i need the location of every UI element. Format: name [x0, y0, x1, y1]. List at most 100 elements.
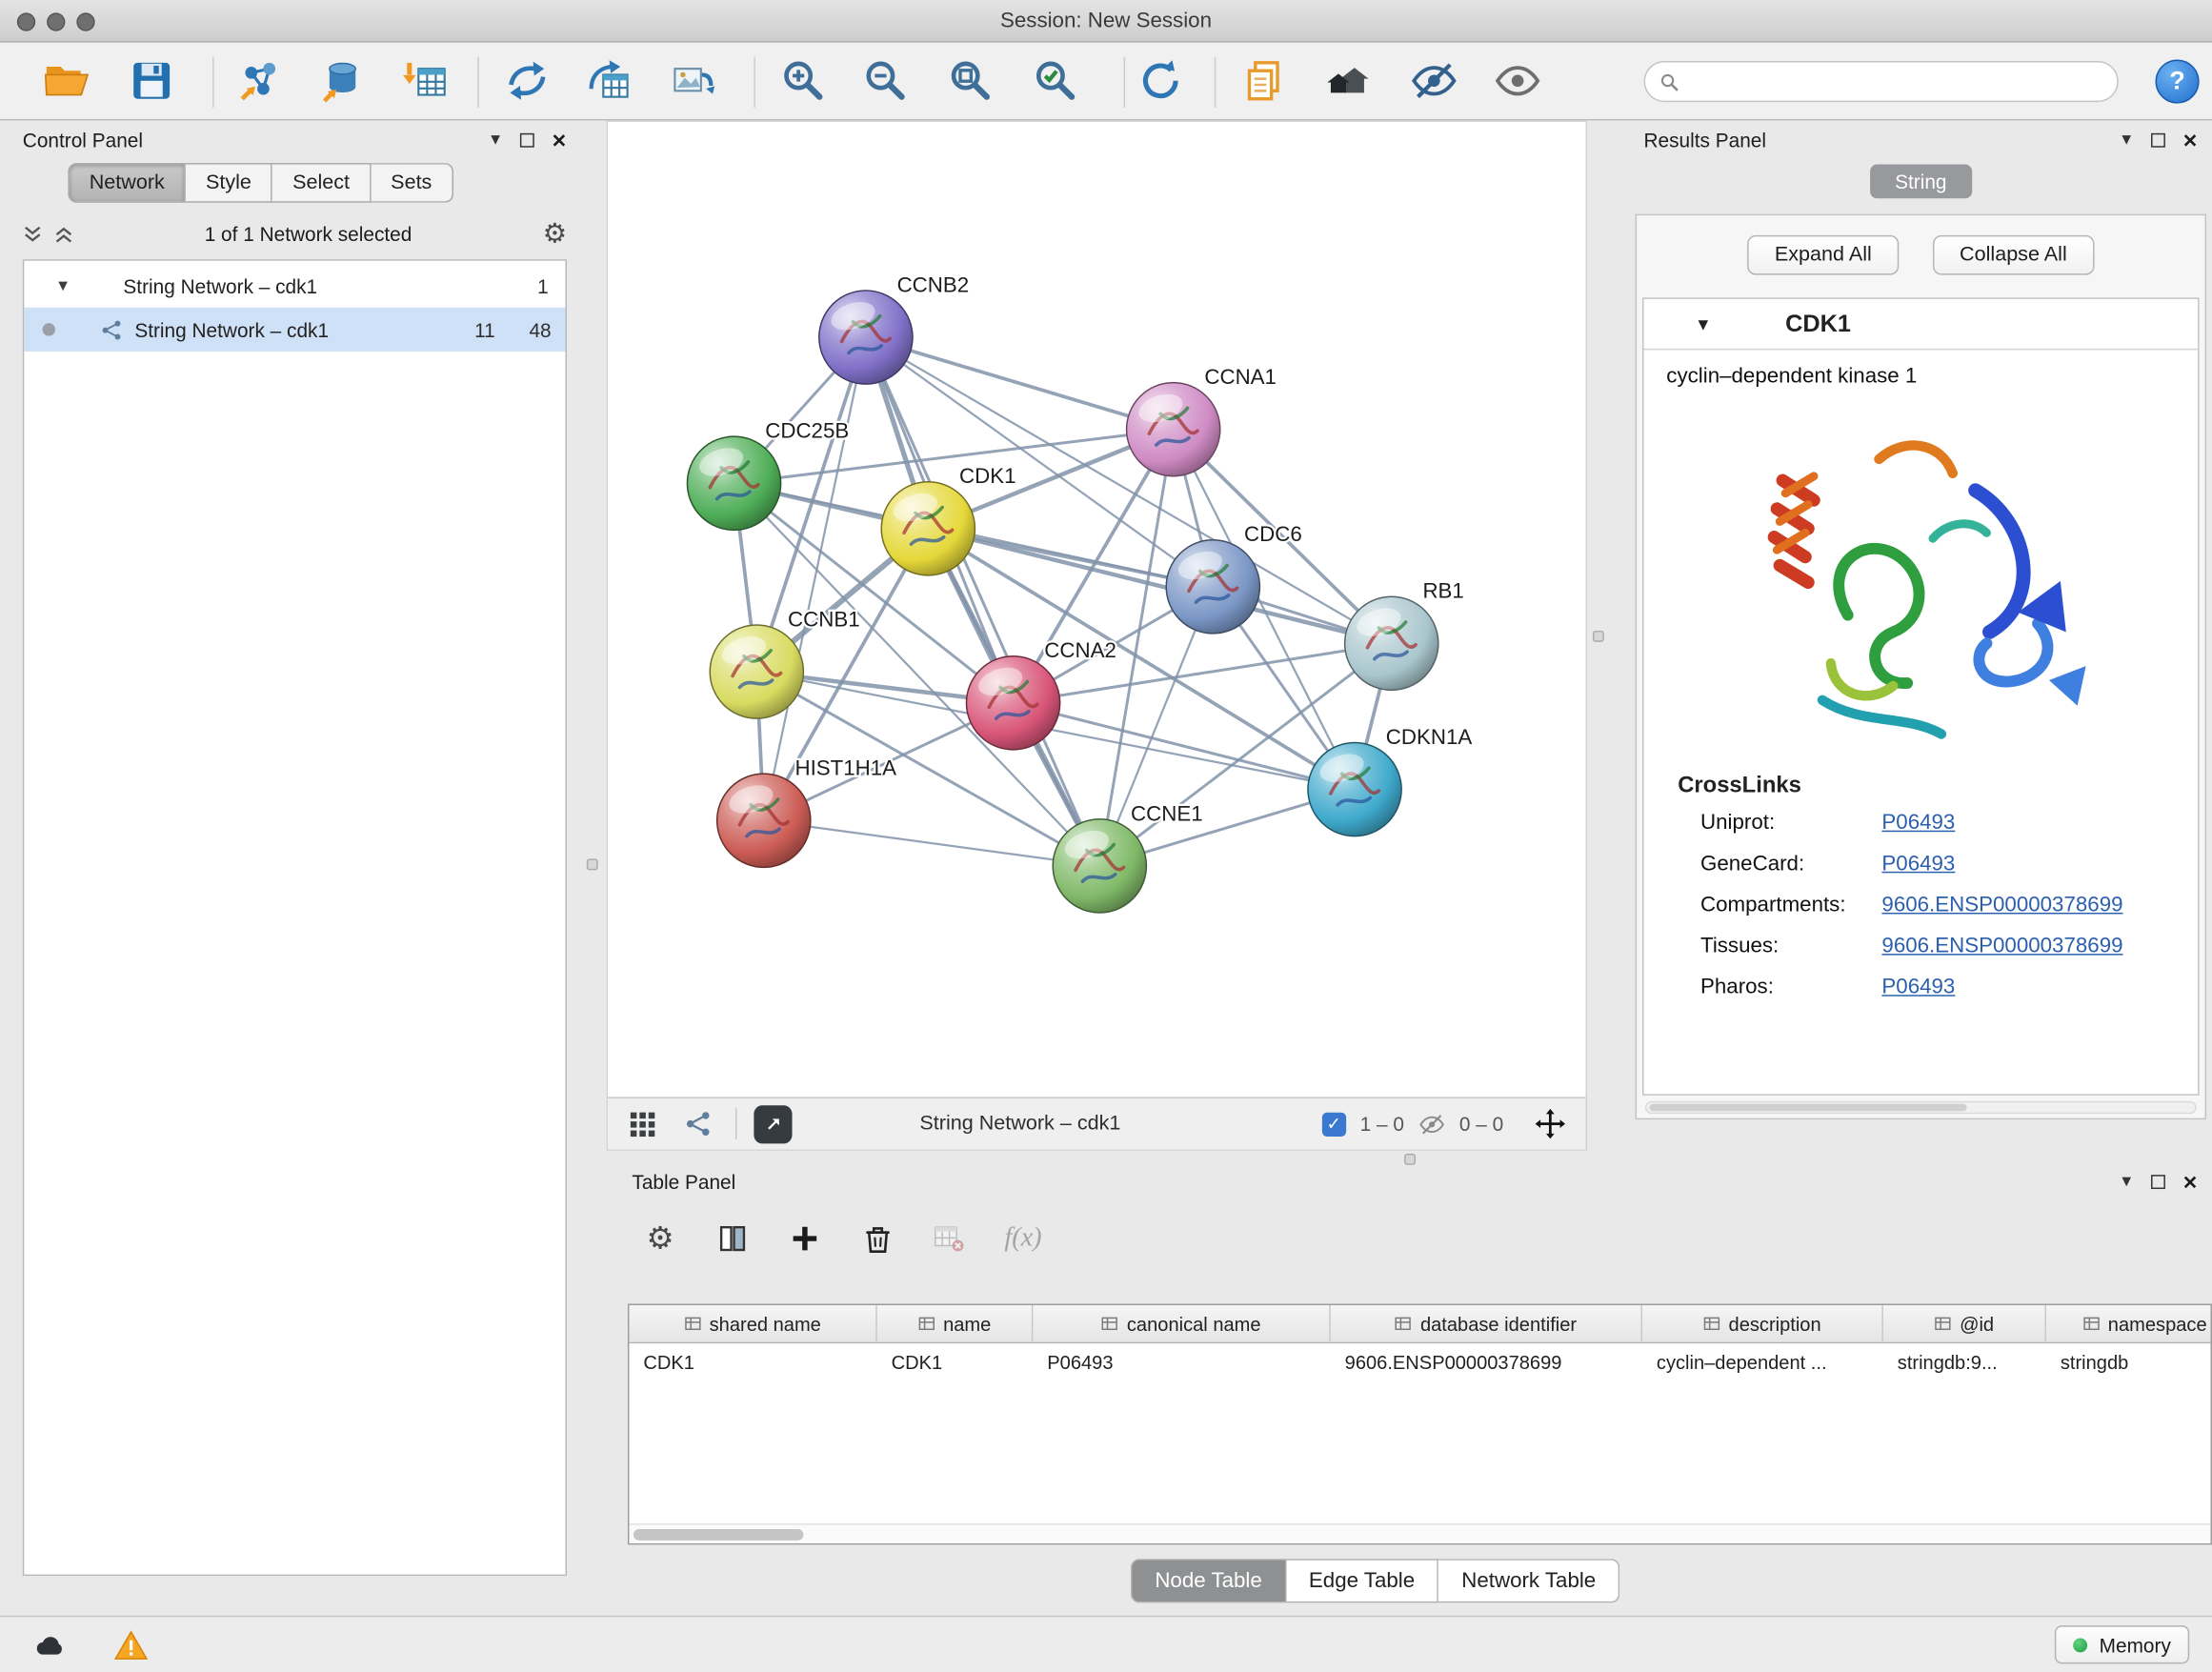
table-hscrollbar-thumb[interactable] [633, 1529, 804, 1541]
network-row-selected[interactable]: String Network – cdk1 11 48 [24, 308, 565, 352]
network-node-CDC6[interactable] [1166, 540, 1259, 634]
crosslink-tissues-link[interactable]: 9606.ENSP00000378699 [1881, 934, 2122, 957]
table-cell[interactable]: CDK1 [877, 1352, 1034, 1373]
zoom-fit-button[interactable] [938, 50, 1003, 111]
hide-selected-button[interactable] [1401, 50, 1466, 111]
tab-style[interactable]: Style [186, 163, 272, 203]
tab-select[interactable]: Select [272, 163, 371, 203]
network-node-CDKN1A[interactable] [1308, 742, 1401, 836]
results-panel-collapse-button[interactable]: ▼ [2119, 132, 2134, 148]
show-columns-button[interactable] [704, 1210, 761, 1267]
network-options-gear-icon[interactable]: ⚙ [543, 220, 567, 247]
show-all-button[interactable] [1485, 50, 1550, 111]
help-button[interactable]: ? [2156, 59, 2200, 103]
network-overview-button[interactable] [679, 1104, 719, 1144]
network-node-CCNA1[interactable] [1127, 383, 1220, 476]
table-panel-close-button[interactable]: ✕ [2182, 1173, 2198, 1191]
warnings-button[interactable] [105, 1625, 156, 1663]
results-panel-close-button[interactable]: ✕ [2182, 131, 2198, 150]
open-in-new-window-button[interactable] [754, 1105, 792, 1143]
table-cell[interactable]: stringdb:9... [1883, 1352, 2046, 1373]
splitter-handle[interactable] [1404, 1154, 1416, 1165]
network-node-CDC25B[interactable] [687, 436, 780, 530]
tab-network-table[interactable]: Network Table [1438, 1559, 1619, 1602]
tab-sets[interactable]: Sets [371, 163, 452, 203]
window-zoom-button[interactable] [76, 12, 94, 30]
selected-count-checkbox[interactable]: ✓ [1321, 1112, 1345, 1136]
network-edge-CCNB2-CCNE1[interactable] [866, 337, 1099, 866]
collapse-all-chevrons-icon[interactable] [54, 225, 74, 243]
grid-view-button[interactable] [622, 1104, 662, 1144]
import-network-from-database-button[interactable] [309, 50, 373, 111]
memory-button[interactable]: Memory [2056, 1625, 2190, 1663]
table-cell[interactable]: cyclin–dependent ... [1642, 1352, 1883, 1373]
table-cell[interactable]: stringdb [2046, 1352, 2212, 1373]
table-panel-collapse-button[interactable]: ▼ [2119, 1174, 2134, 1189]
collection-expand-triangle-icon[interactable]: ▼ [55, 277, 75, 294]
table-options-button[interactable]: ⚙ [632, 1210, 689, 1267]
delete-column-button[interactable] [849, 1210, 906, 1267]
column-header-at-id[interactable]: @id [1883, 1305, 2046, 1342]
table-cell[interactable]: CDK1 [629, 1352, 876, 1373]
tab-network[interactable]: Network [68, 163, 186, 203]
collapse-all-button[interactable]: Collapse All [1933, 235, 2094, 275]
network-from-table-button[interactable] [576, 50, 641, 111]
tab-node-table[interactable]: Node Table [1131, 1559, 1286, 1602]
column-header-name[interactable]: name [877, 1305, 1034, 1342]
network-canvas[interactable]: CCNB2CCNA1CDC25BCDK1CDC6RB1CCNB1CCNA2CDK… [608, 122, 1585, 1097]
network-node-RB1[interactable] [1345, 596, 1438, 690]
card-collapse-triangle-icon[interactable]: ▼ [1695, 313, 1712, 333]
import-table-button[interactable] [394, 50, 459, 111]
network-node-CCNE1[interactable] [1053, 819, 1146, 913]
swap-network-button[interactable] [494, 50, 559, 111]
pan-crosshair-icon[interactable] [1535, 1108, 1566, 1139]
crosslink-compartments-link[interactable]: 9606.ENSP00000378699 [1881, 893, 2122, 917]
table-cell[interactable]: P06493 [1033, 1352, 1330, 1373]
zoom-out-button[interactable] [853, 50, 917, 111]
apply-layout-button[interactable] [1128, 50, 1193, 111]
results-panel-float-button[interactable] [2151, 133, 2165, 148]
network-edge-CCNB2-HIST1H1A[interactable] [764, 337, 866, 820]
column-header-description[interactable]: description [1642, 1305, 1883, 1342]
network-edge-CDK1-RB1[interactable] [928, 529, 1391, 643]
crosslink-genecard-link[interactable]: P06493 [1881, 852, 1955, 876]
table-cell[interactable]: 9606.ENSP00000378699 [1331, 1352, 1642, 1373]
import-network-from-file-button[interactable] [227, 50, 292, 111]
copy-document-button[interactable] [1233, 50, 1297, 111]
cloud-button[interactable] [26, 1625, 77, 1663]
results-scrollbar-thumb[interactable] [1649, 1104, 1967, 1111]
table-panel-float-button[interactable] [2151, 1175, 2165, 1189]
open-session-button[interactable] [34, 50, 99, 111]
splitter-handle[interactable] [587, 858, 598, 870]
tab-edge-table[interactable]: Edge Table [1286, 1559, 1438, 1602]
expand-all-button[interactable]: Expand All [1748, 235, 1899, 275]
control-panel-float-button[interactable] [520, 133, 534, 148]
crosslink-uniprot-link[interactable]: P06493 [1881, 811, 1955, 835]
network-node-CCNB2[interactable] [819, 291, 913, 384]
string-tab[interactable]: String [1869, 165, 1972, 199]
network-node-HIST1H1A[interactable] [717, 774, 811, 867]
crosslink-pharos-link[interactable]: P06493 [1881, 975, 1955, 998]
expand-all-chevrons-icon[interactable] [23, 225, 43, 243]
control-panel-close-button[interactable]: ✕ [552, 131, 567, 150]
network-node-CDK1[interactable] [881, 482, 975, 575]
search-input[interactable] [1688, 71, 2103, 93]
network-node-CCNA2[interactable] [966, 656, 1059, 750]
network-node-CCNB1[interactable] [710, 625, 803, 718]
save-session-button[interactable] [119, 50, 184, 111]
create-column-button[interactable] [776, 1210, 834, 1267]
control-panel-collapse-button[interactable]: ▼ [488, 132, 503, 148]
window-close-button[interactable] [17, 12, 35, 30]
zoom-in-button[interactable] [771, 50, 835, 111]
splitter-handle[interactable] [1593, 631, 1604, 642]
column-header-namespace[interactable]: namespace [2046, 1305, 2212, 1342]
window-minimize-button[interactable] [47, 12, 65, 30]
network-edge-HIST1H1A-CCNE1[interactable] [764, 820, 1100, 866]
column-header-canonical-name[interactable]: canonical name [1033, 1305, 1330, 1342]
home-button[interactable] [1317, 50, 1382, 111]
column-header-database-identifier[interactable]: database identifier [1331, 1305, 1642, 1342]
network-collection-row[interactable]: ▼ String Network – cdk1 1 [24, 264, 565, 308]
export-image-button[interactable] [660, 50, 725, 111]
network-edge-CCNB2-CCNA1[interactable] [866, 337, 1174, 430]
table-row[interactable]: CDK1CDK1P064939606.ENSP00000378699cyclin… [629, 1343, 2210, 1381]
